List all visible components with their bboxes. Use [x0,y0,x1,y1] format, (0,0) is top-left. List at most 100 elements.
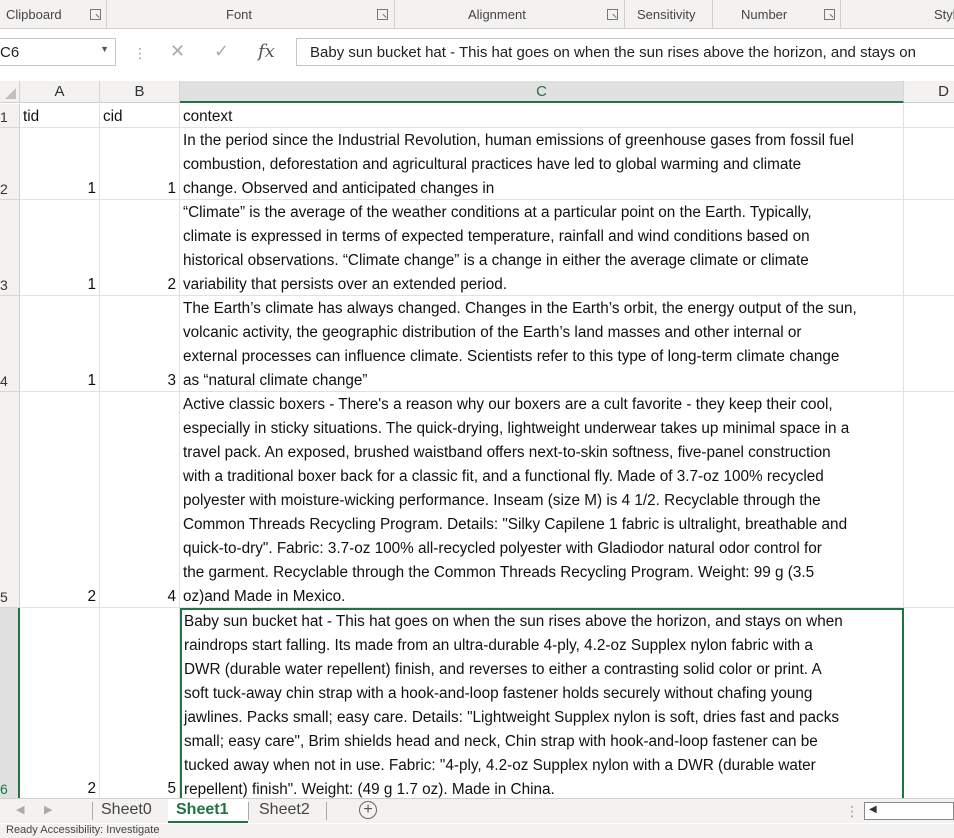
column-letter: D [938,83,949,100]
cell-value: 4 [167,588,176,605]
cell-tid-row-5[interactable]: 2 [20,392,100,608]
horizontal-scrollbar[interactable]: ◀ [864,802,954,820]
cell-text-line: quick-to-dry". Fabric: 3.7-oz 100% all-r… [183,540,822,557]
row-number: 3 [0,277,8,293]
sheet-tab-sheet1[interactable]: Sheet1 [168,799,248,823]
cell-text-line: variability that persists over an extend… [183,276,507,293]
select-all-corner[interactable] [0,81,20,103]
cell-tid-row-2[interactable]: 1 [20,128,100,200]
enter-check-icon[interactable]: ✓ [214,41,229,62]
cell-d-row-5[interactable] [904,392,954,608]
cell-cid-row-4[interactable]: 3 [100,296,180,392]
cell-d-row-3[interactable] [904,200,954,296]
cell-tid-row-3[interactable]: 1 [20,200,100,296]
cell-text-line: volcanic activity, the geographic distri… [183,324,802,341]
ribbon-group-labels: Clipboard Font Alignment Sensitivity Num… [0,0,954,29]
column-letter: C [536,83,547,100]
status-bar: Ready Accessibility: Investigate [0,824,954,838]
cell-d-row-2[interactable] [904,128,954,200]
cell-value: 2 [87,588,96,605]
sheet-tab-sheet2[interactable]: Sheet2 [251,799,321,823]
cell-value: 1 [87,276,96,293]
cell-text-line: jawlines. Packs small; easy care. Detail… [184,709,840,726]
cell-d-row-6[interactable] [904,608,954,800]
cell-context-row-3[interactable]: “Climate” is the average of the weather … [180,200,904,296]
row-header-6[interactable]: 6 [0,608,20,800]
drag-handle-icon[interactable]: ⋮ [845,803,859,820]
ribbon-group-number: Number [712,0,841,28]
column-header-c[interactable]: C [180,81,904,103]
cell-text-line: small; easy care", Brim shields head and… [184,733,818,750]
cell-context-row-2[interactable]: In the period since the Industrial Revol… [180,128,904,200]
column-letter: B [134,83,145,100]
formula-text: Baby sun bucket hat - This hat goes on w… [310,44,916,61]
column-header-d[interactable]: D [904,81,954,103]
row-header-1[interactable]: 1 [0,104,20,128]
cell-d-row-4[interactable] [904,296,954,392]
dialog-launcher-icon[interactable] [824,9,835,20]
cancel-icon[interactable]: ✕ [170,41,185,62]
cell-tid-row-6[interactable]: 2 [20,608,100,800]
cell-tid-row-4[interactable]: 1 [20,296,100,392]
cell-cid-row-1[interactable]: cid [100,104,180,128]
cell-text-line: In the period since the Industrial Revol… [183,132,854,149]
cell-text-line: travel pack. An exposed, brushed waistba… [183,444,831,461]
row-header-5[interactable]: 5 [0,392,20,608]
cell-value: tid [23,108,40,125]
column-header-b[interactable]: B [100,81,180,103]
row-header-2[interactable]: 2 [0,128,20,200]
name-box[interactable]: C6 ▼ [0,38,116,66]
cell-value: 2 [87,780,96,797]
cell-text-line: especially in sticky situations. The qui… [183,420,850,437]
ribbon-group-alignment: Alignment [394,0,625,28]
cell-text-line: soft tuck-away chin strap with a hook-an… [184,685,813,702]
cell-text-line: raindrops start falling. Its made from a… [184,637,813,654]
scroll-tabs-left-icon[interactable]: ◀ [16,803,24,816]
sheet-tab-label: Sheet0 [101,801,152,818]
ribbon-group-font: Font [106,0,395,28]
cell-value: 3 [167,372,176,389]
cell-context-row-6[interactable]: Baby sun bucket hat - This hat goes on w… [180,608,904,800]
sheet-tab-label: Sheet2 [259,801,310,818]
tab-divider [326,802,327,820]
dialog-launcher-icon[interactable] [607,9,618,20]
ribbon-group-label: Clipboard [6,7,62,22]
cell-value: 1 [87,372,96,389]
ribbon-group-label: Font [226,7,253,22]
sheet-tab-label: Sheet1 [176,801,229,818]
sheet-tab-sheet0[interactable]: Sheet0 [93,799,163,823]
cell-text-line: the garment. Recyclable through the Comm… [183,564,815,581]
chevron-down-icon[interactable]: ▼ [100,44,109,54]
cell-text-line: Active classic boxers - There's a reason… [183,396,833,413]
cell-text-line: context [183,108,233,125]
sheet-tab-bar: ◀ ▶ Sheet0 Sheet1 Sheet2 + ⋮ ◀ [0,798,954,823]
cell-text-line: DWR (durable water repellent) finish, an… [184,661,822,678]
dialog-launcher-icon[interactable] [377,9,388,20]
cell-context-row-1[interactable]: context [180,104,904,128]
cell-context-row-5[interactable]: Active classic boxers - There's a reason… [180,392,904,608]
cell-d-row-1[interactable] [904,104,954,128]
add-sheet-button[interactable]: + [359,801,377,819]
row-number: 5 [0,589,8,605]
dialog-launcher-icon[interactable] [90,9,101,20]
cell-tid-row-1[interactable]: tid [20,104,100,128]
tab-divider [248,802,249,820]
cell-cid-row-5[interactable]: 4 [100,392,180,608]
cell-cid-row-3[interactable]: 2 [100,200,180,296]
insert-function-icon[interactable]: fx [258,41,275,62]
row-number: 4 [0,373,8,389]
cell-text-line: climate is expressed in terms of expecte… [183,228,810,245]
cell-cid-row-6[interactable]: 5 [100,608,180,800]
formula-input[interactable]: Baby sun bucket hat - This hat goes on w… [296,38,954,66]
column-header-a[interactable]: A [20,81,100,103]
row-header-4[interactable]: 4 [0,296,20,392]
ribbon-group-label: Number [741,7,788,22]
row-header-3[interactable]: 3 [0,200,20,296]
cell-context-row-4[interactable]: The Earth’s climate has always changed. … [180,296,904,392]
scroll-tabs-right-icon[interactable]: ▶ [44,803,52,816]
drag-handle-icon[interactable]: ⋮ [133,45,147,62]
cell-text-line: as “natural climate change” [183,372,368,389]
cell-cid-row-2[interactable]: 1 [100,128,180,200]
ribbon-group-sensitivity: Sensitivity [624,0,713,28]
scroll-left-icon[interactable]: ◀ [869,804,877,815]
